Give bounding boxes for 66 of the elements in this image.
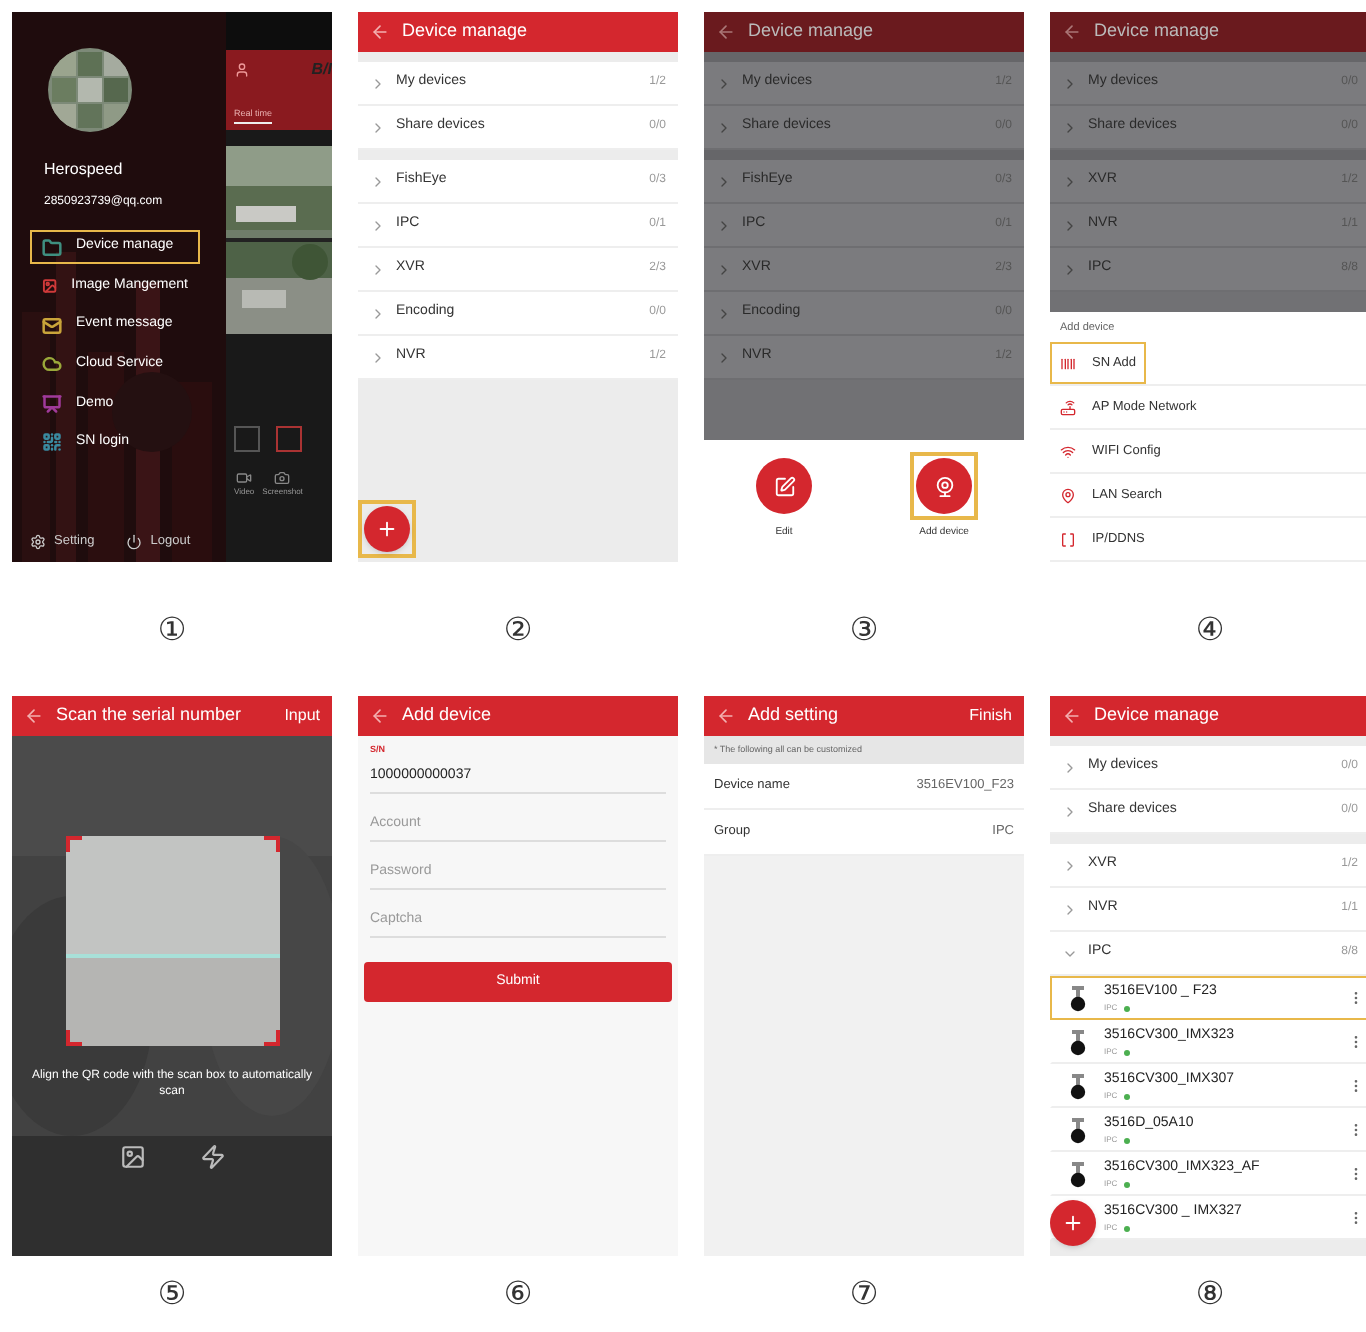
back-icon[interactable] [716, 22, 736, 42]
back-icon[interactable] [370, 22, 390, 42]
dome-camera-icon [1070, 1117, 1086, 1143]
option-icon [1060, 487, 1076, 503]
brand-text: B/I [311, 58, 332, 82]
header-action[interactable]: Finish [969, 704, 1012, 728]
chevron-right-icon [716, 261, 732, 277]
step-number: ③ [849, 607, 879, 651]
chevron-right-icon [370, 217, 386, 233]
screen-title: Device manage [748, 18, 876, 45]
chevron-right-icon [716, 173, 732, 189]
option-icon [1060, 531, 1076, 547]
chevron-right-icon [370, 261, 386, 277]
user-icon[interactable] [234, 62, 250, 78]
chevron-right-icon [716, 119, 732, 135]
step-number: ⑥ [503, 1272, 533, 1316]
screen-title: Device manage [1094, 18, 1222, 45]
chevron-right-icon [1062, 173, 1078, 189]
chevron-right-icon [370, 349, 386, 365]
dome-camera-icon [1070, 1029, 1086, 1055]
flash-icon[interactable] [199, 1144, 225, 1170]
status-bar [226, 12, 332, 50]
step-number: ⑦ [849, 1272, 879, 1316]
step-number: ② [503, 607, 533, 651]
header-action[interactable]: Input [284, 704, 320, 728]
chevron-right-icon [370, 75, 386, 91]
dome-camera-icon [1070, 1073, 1086, 1099]
chevron-right-icon [1062, 217, 1078, 233]
screen-title: Device manage [1094, 702, 1222, 729]
dome-camera-icon [1070, 985, 1086, 1011]
chevron-right-icon [716, 217, 732, 233]
chevron-right-icon [1062, 75, 1078, 91]
action-button[interactable] [756, 458, 812, 514]
gallery-icon[interactable] [119, 1144, 145, 1170]
back-icon[interactable] [370, 706, 390, 726]
option-icon [1060, 443, 1076, 459]
chevron-right-icon [716, 349, 732, 365]
ptz-button[interactable] [276, 426, 302, 452]
option-icon [1060, 399, 1076, 415]
back-icon[interactable] [1062, 706, 1082, 726]
chevron-right-icon [370, 119, 386, 135]
step-number: ① [157, 607, 187, 651]
chevron-right-icon [370, 305, 386, 321]
back-icon[interactable] [716, 706, 736, 726]
chevron-right-icon [370, 173, 386, 189]
plus-icon [376, 518, 398, 540]
back-icon[interactable] [24, 706, 44, 726]
step-number: ④ [1195, 607, 1225, 651]
screen-title: Device manage [402, 18, 530, 45]
video-icon[interactable] [236, 470, 253, 486]
option-icon [1060, 355, 1076, 371]
back-icon[interactable] [1062, 22, 1082, 42]
screen-title: Scan the serial number [56, 702, 244, 729]
chevron-right-icon [716, 75, 732, 91]
chevron-right-icon [716, 305, 732, 321]
chevron-right-icon [1062, 261, 1078, 277]
screen-title: Add setting [748, 702, 841, 729]
dome-camera-icon [1070, 1161, 1086, 1187]
camera-icon [933, 475, 955, 497]
edit-icon [773, 475, 795, 497]
step-number: ⑤ [157, 1272, 187, 1316]
step-number: ⑧ [1195, 1272, 1225, 1316]
chevron-right-icon [1062, 119, 1078, 135]
camera-icon[interactable] [274, 470, 291, 486]
plus-icon [1062, 1212, 1084, 1234]
screen-title: Add device [402, 702, 494, 729]
